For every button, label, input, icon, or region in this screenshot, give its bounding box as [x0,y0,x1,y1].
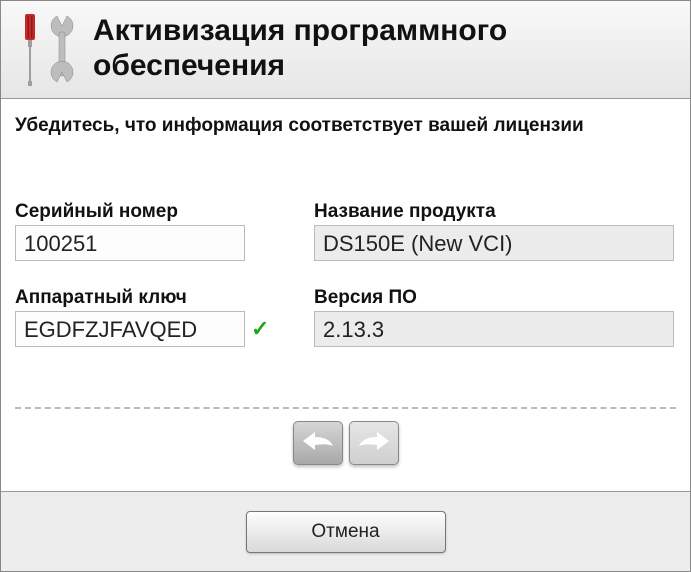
product-value: DS150E (New VCI) [314,225,674,261]
serial-input[interactable]: 100251 [15,225,245,261]
hwkey-input[interactable]: EGDFZJFAVQED [15,311,245,347]
back-button[interactable] [293,421,343,465]
checkmark-icon: ✓ [251,316,269,342]
dialog-header: Активизация программного обеспечения [1,1,690,99]
activation-dialog: Активизация программного обеспечения Убе… [0,0,691,572]
product-label: Название продукта [314,201,676,223]
product-field: Название продукта DS150E (New VCI) [314,201,676,261]
fields-grid: Серийный номер 100251 Название продукта … [15,201,676,347]
serial-label: Серийный номер [15,201,290,223]
version-value: 2.13.3 [314,311,674,347]
hwkey-label: Аппаратный ключ [15,287,290,309]
cancel-button[interactable]: Отмена [246,511,446,553]
version-label: Версия ПО [314,287,676,309]
dialog-content: Убедитесь, что информация соответствует … [1,99,690,491]
version-field: Версия ПО 2.13.3 [314,287,676,347]
arrow-left-icon [301,430,335,457]
serial-field: Серийный номер 100251 [15,201,290,261]
dialog-title: Активизация программного обеспечения [93,14,676,83]
hwkey-field: Аппаратный ключ EGDFZJFAVQED ✓ [15,287,290,347]
nav-row [15,409,676,483]
tools-icon [15,10,77,88]
next-button[interactable] [349,421,399,465]
dialog-footer: Отмена [1,491,690,571]
instruction-text: Убедитесь, что информация соответствует … [15,115,676,137]
arrow-right-icon [357,430,391,457]
